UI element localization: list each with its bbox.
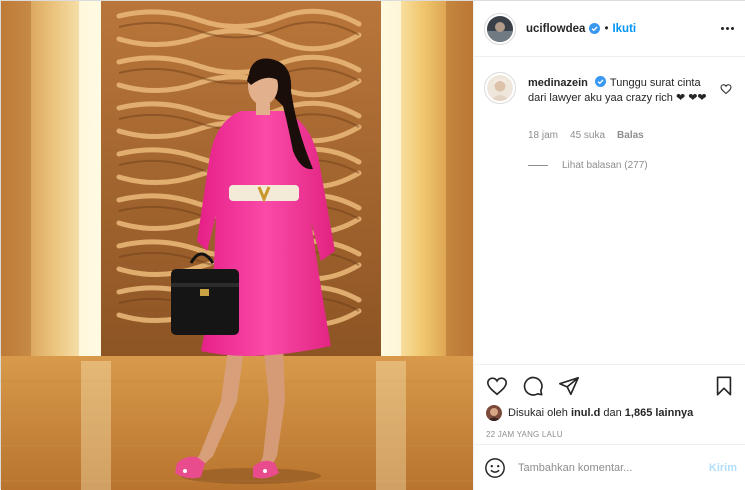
owner-avatar[interactable]	[484, 12, 516, 45]
liker-avatar[interactable]	[486, 405, 502, 421]
view-replies-label: Lihat balasan (277)	[562, 160, 648, 171]
comment-input[interactable]	[518, 461, 701, 474]
photo-illustration	[1, 1, 473, 490]
commenter-username[interactable]: medinazein	[528, 77, 588, 89]
liked-by-prefix: Disukai oleh	[508, 407, 568, 419]
owner-avatar-image	[487, 15, 513, 42]
like-comment-heart-icon[interactable]	[720, 83, 732, 95]
comment-likes[interactable]: 45 suka	[570, 130, 605, 141]
liked-by-summary: Disukai oleh inul.d dan 1,865 lainnya	[486, 405, 693, 421]
reply-button[interactable]: Balas	[617, 130, 644, 141]
emoji-smiley-icon[interactable]	[484, 457, 506, 479]
follow-button[interactable]: Ikuti	[612, 23, 636, 35]
verified-badge-icon	[589, 23, 601, 34]
like-heart-icon[interactable]	[486, 375, 508, 397]
post-actions: Disukai oleh inul.d dan 1,865 lainnya 22…	[474, 364, 745, 444]
liked-by-count[interactable]: 1,865 lainnya	[625, 407, 694, 419]
comment-time: 18 jam	[528, 130, 559, 141]
save-bookmark-icon[interactable]	[713, 375, 735, 397]
view-replies-link[interactable]: Lihat balasan (277)	[528, 160, 648, 171]
post-side-panel: uciflowdea • Ikuti medinazein Tunggu sur…	[473, 1, 745, 490]
commenter-avatar-image	[487, 75, 513, 101]
instagram-post: uciflowdea • Ikuti medinazein Tunggu sur…	[0, 0, 745, 490]
comment-body: medinazein Tunggu surat cinta dari lawyer…	[528, 76, 718, 106]
replies-divider	[528, 165, 548, 166]
commenter-avatar[interactable]	[484, 72, 516, 104]
post-comment-button[interactable]: Kirim	[709, 462, 737, 474]
more-options-icon[interactable]	[719, 21, 735, 35]
post-header: uciflowdea • Ikuti	[474, 1, 745, 57]
comments-area: medinazein Tunggu surat cinta dari lawyer…	[474, 57, 745, 364]
owner-username[interactable]: uciflowdea	[526, 23, 585, 35]
liked-by-and: dan	[603, 407, 622, 419]
owner-info: uciflowdea • Ikuti	[526, 23, 636, 35]
share-paper-plane-icon[interactable]	[558, 375, 580, 397]
liked-by-user[interactable]: inul.d	[571, 407, 600, 419]
comment-meta: 18 jam 45 suka Balas	[528, 130, 644, 141]
post-photo[interactable]	[1, 1, 473, 490]
separator-dot: •	[604, 22, 609, 35]
action-icons	[486, 375, 580, 397]
add-comment-bar: Kirim	[474, 444, 745, 490]
post-timestamp[interactable]: 22 JAM YANG LALU	[486, 430, 563, 439]
verified-badge-icon	[594, 76, 606, 87]
liker-avatar-image	[486, 405, 502, 421]
comment-bubble-icon[interactable]	[522, 375, 544, 397]
